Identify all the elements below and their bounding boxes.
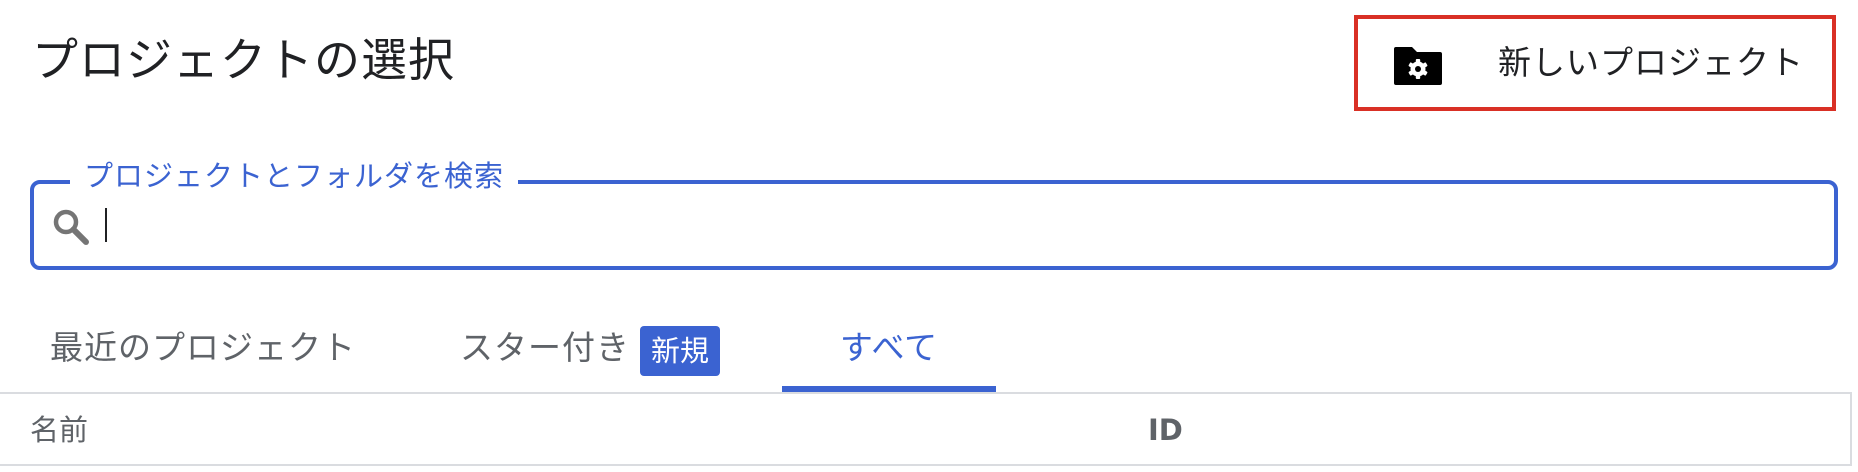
table-header-row: 名前 ID xyxy=(0,394,1852,466)
text-cursor xyxy=(105,208,107,242)
tab-recent-projects[interactable]: 最近のプロジェクト xyxy=(50,320,356,392)
folder-settings-icon xyxy=(1394,47,1442,85)
search-input[interactable] xyxy=(100,196,1828,256)
column-header-name[interactable]: 名前 xyxy=(30,408,88,452)
tab-all[interactable]: すべて xyxy=(782,320,996,392)
column-header-id[interactable]: ID xyxy=(1148,408,1183,452)
tab-starred[interactable]: スター付き xyxy=(460,320,630,392)
new-project-button[interactable]: 新しいプロジェクト xyxy=(1354,15,1836,111)
dialog-title: プロジェクトの選択 xyxy=(32,33,455,87)
new-badge: 新規 xyxy=(640,326,720,376)
search-icon xyxy=(53,209,89,245)
search-field-label: プロジェクトとフォルダを検索 xyxy=(70,156,519,196)
new-project-label: 新しいプロジェクト xyxy=(1498,43,1804,82)
